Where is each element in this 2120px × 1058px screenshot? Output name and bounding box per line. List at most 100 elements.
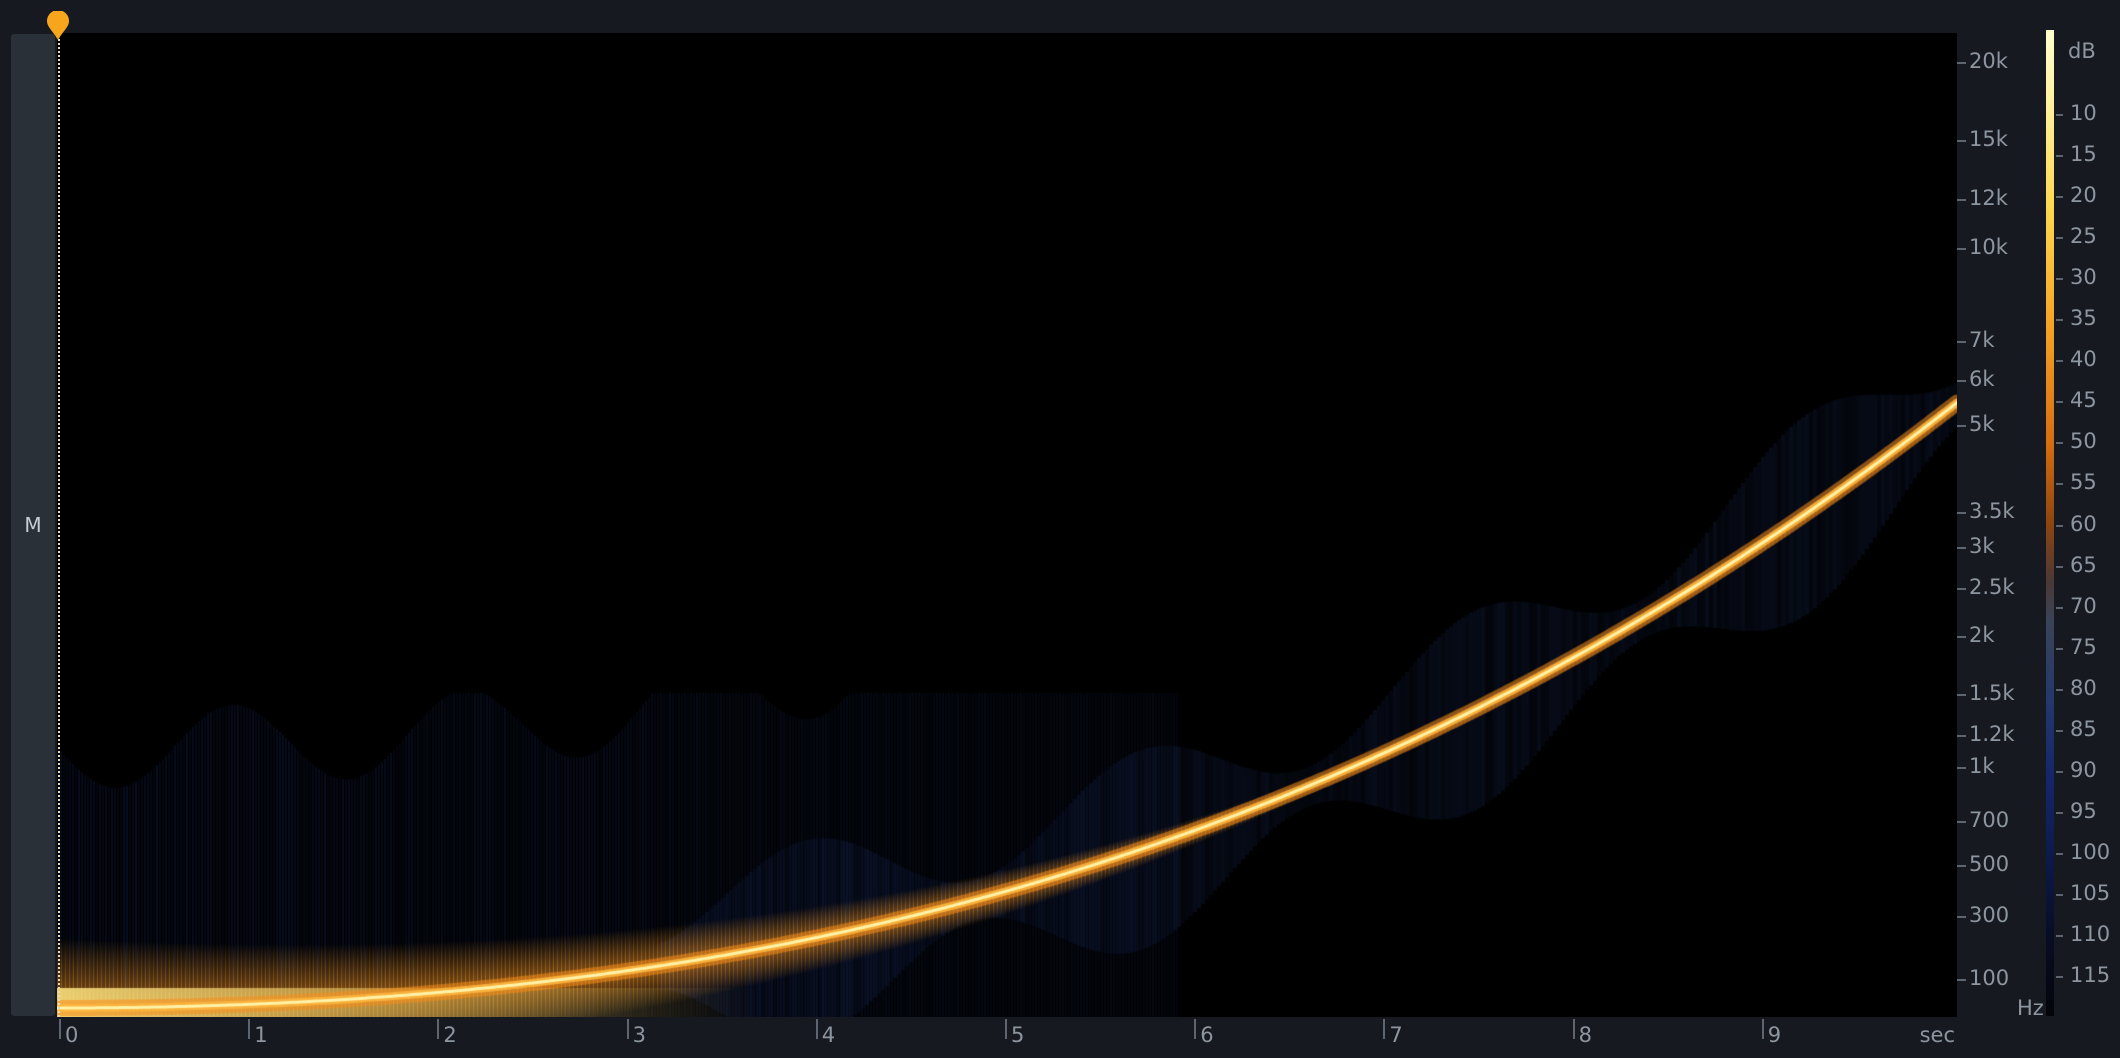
time-axis-unit: sec <box>1919 1023 1955 1047</box>
freq-tick-label: 500 <box>1969 851 2010 876</box>
freq-tick <box>1957 547 1966 550</box>
freq-tick <box>1957 139 1966 142</box>
db-tick-label: 15 <box>2070 142 2097 167</box>
time-tick <box>815 1019 818 1039</box>
frequency-axis[interactable]: 20k 15k 12k 10k 7k 6k 5k 3.5k 3k 2.5k 2k 1.5k 1.2k 1k… <box>1957 33 2037 1017</box>
time-tick-label: 6 <box>1200 1023 1214 1047</box>
playhead-marker-icon[interactable] <box>45 11 71 41</box>
db-tick <box>2056 278 2063 281</box>
db-tick-label: 45 <box>2070 388 2097 413</box>
db-tick <box>2056 935 2063 937</box>
freq-tick-label: 1.2k <box>1969 722 2015 747</box>
db-scale[interactable]: dB 10 15 20 25 30 35 40 45 50 55 60 65 70 75 80 85 90 95 1… <box>2040 28 2120 1020</box>
db-tick-label: 35 <box>2070 306 2097 331</box>
db-tick-label: 85 <box>2070 716 2097 741</box>
freq-tick-label: 300 <box>1969 903 2010 928</box>
db-tick-label: 65 <box>2070 552 2097 577</box>
db-tick-label: 105 <box>2070 880 2111 905</box>
db-tick <box>2056 155 2063 158</box>
db-tick <box>2056 565 2063 568</box>
freq-tick <box>1957 425 1966 428</box>
db-tick-label: 110 <box>2070 922 2111 946</box>
db-tick-label: 20 <box>2070 183 2097 208</box>
db-tick <box>2056 237 2063 240</box>
freq-tick <box>1957 979 1966 982</box>
freq-tick <box>1957 61 1966 64</box>
time-tick-label: 2 <box>443 1023 457 1047</box>
db-tick <box>2056 401 2063 404</box>
db-tick <box>2056 852 2063 855</box>
db-tick <box>2056 114 2063 116</box>
freq-tick <box>1957 693 1966 696</box>
db-tick <box>2056 647 2063 650</box>
freq-tick-label: 20k <box>1969 48 2008 73</box>
freq-tick-label: 15k <box>1969 126 2008 151</box>
db-tick <box>2056 729 2063 732</box>
time-tick <box>626 1019 629 1039</box>
playhead-line[interactable] <box>58 32 60 1017</box>
time-tick <box>437 1019 440 1039</box>
time-tick-label: 0 <box>65 1023 79 1047</box>
time-tick-label: 9 <box>1767 1023 1782 1047</box>
freq-tick-label: 6k <box>1969 366 1995 391</box>
db-tick-label: 75 <box>2070 634 2097 659</box>
freq-tick-label: 12k <box>1969 186 2008 211</box>
freq-tick-label: 1k <box>1969 753 1995 778</box>
freq-tick <box>1957 247 1966 250</box>
freq-tick-label: 100 <box>1969 966 2010 991</box>
channel-selector-m[interactable]: M <box>11 34 55 1016</box>
freq-tick <box>1957 199 1966 202</box>
db-tick-label: 80 <box>2070 675 2097 700</box>
db-tick <box>2056 319 2063 322</box>
freq-tick <box>1957 735 1966 738</box>
time-axis[interactable]: sec 0 1 2 3 4 5 6 7 8 9 <box>57 1017 1957 1058</box>
db-tick <box>2056 360 2063 363</box>
time-tick <box>1572 1019 1575 1039</box>
freq-tick-label: 1.5k <box>1969 680 2015 705</box>
db-tick-label: 40 <box>2070 347 2097 372</box>
freq-tick-label: 10k <box>1969 234 2008 259</box>
freq-tick <box>1957 864 1966 867</box>
db-tick-label: 95 <box>2070 798 2097 823</box>
time-tick <box>1761 1019 1764 1039</box>
db-tick-label: 60 <box>2070 511 2097 536</box>
freq-tick-label: 7k <box>1969 327 1995 352</box>
db-tick-label: 30 <box>2070 265 2097 290</box>
time-tick <box>1005 1019 1007 1039</box>
db-tick <box>2056 976 2063 979</box>
db-tick <box>2056 483 2063 486</box>
freq-tick <box>1957 916 1966 919</box>
freq-tick <box>1957 821 1966 824</box>
freq-tick <box>1957 588 1966 591</box>
freq-tick-label: 3.5k <box>1969 498 2015 523</box>
db-tick-label: 90 <box>2070 757 2097 782</box>
freq-tick-label: 5k <box>1969 412 1995 437</box>
db-tick-label: 55 <box>2070 470 2097 495</box>
db-tick <box>2056 196 2063 199</box>
freq-tick-label: 2k <box>1969 623 1995 648</box>
time-tick <box>1383 1019 1386 1039</box>
db-colorbar <box>2046 30 2054 1016</box>
db-tick-label: 70 <box>2070 593 2097 618</box>
time-tick-label: 8 <box>1578 1023 1592 1047</box>
spectrogram-canvas[interactable] <box>57 33 1957 1017</box>
freq-tick <box>1957 379 1966 382</box>
db-tick <box>2056 606 2063 609</box>
top-strip <box>0 0 2120 30</box>
time-tick-label: 5 <box>1011 1023 1025 1047</box>
db-tick <box>2056 524 2063 527</box>
freq-tick-label: 700 <box>1969 808 2010 833</box>
db-tick-label: 100 <box>2070 839 2111 864</box>
time-tick <box>59 1019 61 1039</box>
db-tick <box>2056 811 2063 814</box>
db-tick-label: 115 <box>2070 963 2111 988</box>
freq-tick-label: 2.5k <box>1969 575 2015 600</box>
time-tick-label: 3 <box>632 1023 646 1047</box>
time-tick <box>1194 1019 1197 1039</box>
db-tick <box>2056 688 2063 691</box>
time-tick-label: 4 <box>821 1023 836 1047</box>
freq-tick <box>1957 511 1966 514</box>
db-tick <box>2056 893 2063 896</box>
db-scale-unit: dB <box>2068 39 2096 63</box>
db-tick-label: 25 <box>2070 224 2097 249</box>
